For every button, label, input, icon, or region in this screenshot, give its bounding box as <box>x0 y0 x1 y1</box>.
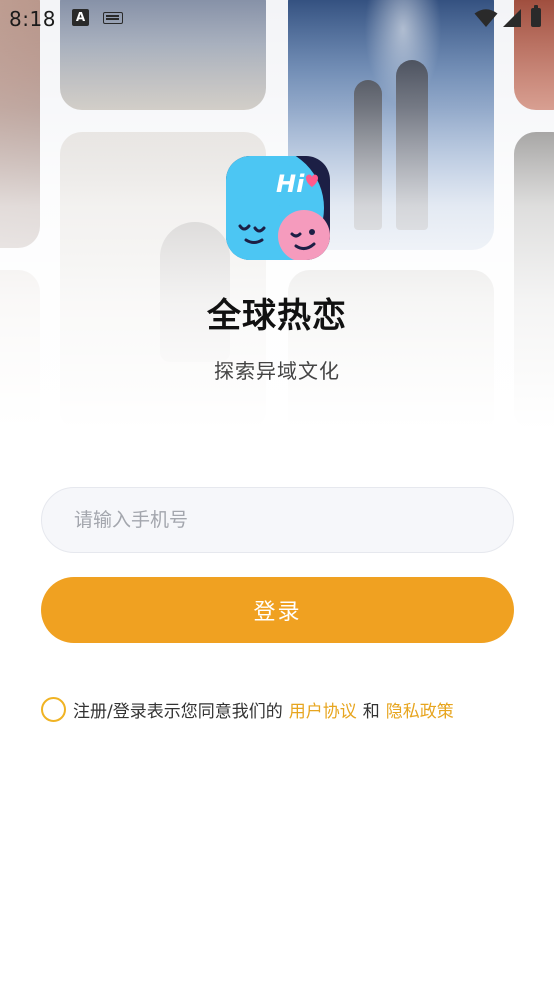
text-input-indicator-icon: A <box>72 9 89 26</box>
app-logo-icon: Hi <box>226 156 330 260</box>
keyboard-icon <box>103 12 123 24</box>
status-time: 8:18 <box>9 7 56 31</box>
phone-number-input[interactable] <box>41 487 514 553</box>
agreement-text: 注册/登录表示您同意我们的 <box>73 701 283 722</box>
battery-icon <box>531 5 541 27</box>
app-title: 全球热恋 <box>207 296 347 336</box>
wifi-icon <box>474 9 498 27</box>
cellular-signal-icon <box>503 9 521 27</box>
privacy-policy-link[interactable]: 隐私政策 <box>386 697 454 722</box>
svg-text:Hi: Hi <box>276 170 305 198</box>
agreement-row: 注册/登录表示您同意我们的 用户协议 和 隐私政策 <box>41 696 454 722</box>
agreement-checkbox[interactable] <box>41 696 66 722</box>
status-bar: 8:18 A <box>0 0 554 36</box>
app-subtitle: 探索异域文化 <box>214 359 340 383</box>
login-button[interactable]: 登录 <box>41 577 514 643</box>
agreement-conjunction: 和 <box>362 701 380 722</box>
user-agreement-link[interactable]: 用户协议 <box>289 697 357 722</box>
